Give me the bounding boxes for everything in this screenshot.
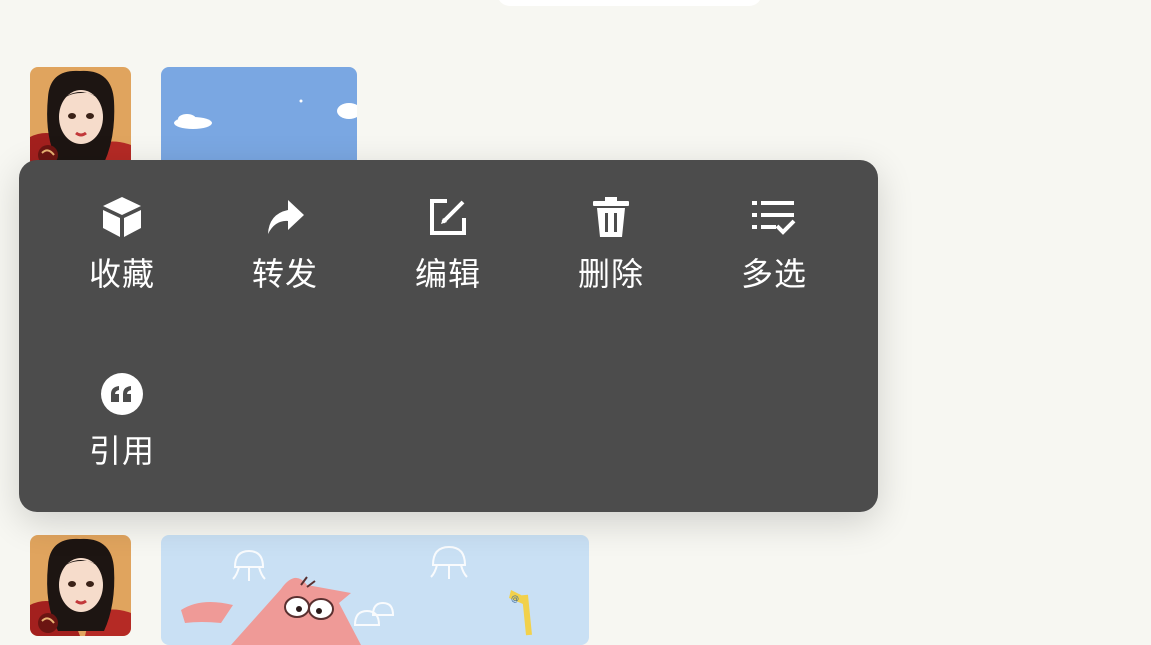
cube-icon <box>98 193 146 241</box>
avatar[interactable] <box>30 67 131 168</box>
trash-icon <box>587 193 635 241</box>
top-message-bubble <box>497 0 762 6</box>
svg-text:@: @ <box>511 594 519 603</box>
avatar[interactable] <box>30 535 131 636</box>
menu-item-edit[interactable]: 编辑 <box>378 193 518 292</box>
menu-item-label: 转发 <box>251 255 318 293</box>
multi-select-icon <box>750 193 798 241</box>
menu-item-forward[interactable]: 转发 <box>215 193 355 292</box>
quote-icon <box>98 370 146 418</box>
message-context-menu: 收藏 转发 编辑 删除 多选 引用 <box>19 160 878 512</box>
menu-item-label: 引用 <box>88 432 155 470</box>
menu-item-favorite[interactable]: 收藏 <box>52 193 192 292</box>
menu-item-label: 多选 <box>740 255 807 293</box>
menu-item-multi-select[interactable]: 多选 <box>704 193 844 292</box>
menu-item-delete[interactable]: 删除 <box>541 193 681 292</box>
menu-item-label: 编辑 <box>414 255 481 293</box>
menu-item-label: 收藏 <box>88 255 155 293</box>
share-arrow-icon <box>261 193 309 241</box>
message-image[interactable]: @ <box>161 535 589 645</box>
menu-item-quote[interactable]: 引用 <box>52 370 192 469</box>
menu-item-label: 删除 <box>577 255 644 293</box>
edit-icon <box>424 193 472 241</box>
